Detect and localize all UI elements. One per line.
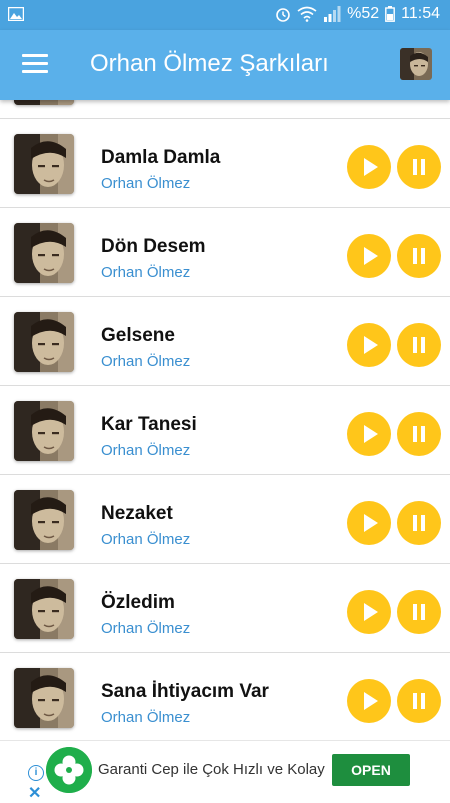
song-artist: Orhan Ölmez: [101, 175, 191, 192]
song-list[interactable]: Damla Damla Orhan Ölmez Dön Desem Orhan Ölm…: [0, 100, 450, 740]
open-button[interactable]: OPEN: [332, 754, 410, 786]
pause-button[interactable]: [397, 679, 441, 723]
song-title: Dön Desem: [101, 236, 206, 257]
song-title: Kar Tanesi: [101, 414, 197, 435]
song-title: Sana İhtiyacım Var: [101, 681, 269, 702]
song-artist: Orhan Ölmez: [101, 353, 191, 370]
clover-logo-icon: [46, 747, 92, 793]
page-title: Orhan Ölmez Şarkıları: [90, 50, 329, 77]
song-artist: Orhan Ölmez: [101, 531, 191, 548]
list-item[interactable]: Dön Desem Orhan Ölmez: [0, 208, 450, 297]
clock: 11:54: [401, 5, 440, 22]
signal-icon: [324, 6, 341, 22]
song-title: Gelsene: [101, 325, 175, 346]
song-artist: Orhan Ölmez: [101, 709, 191, 726]
alarm-icon: [276, 8, 290, 22]
list-item[interactable]: Özledim Orhan Ölmez: [0, 564, 450, 653]
hamburger-menu-icon[interactable]: [22, 54, 48, 74]
pause-button[interactable]: [397, 145, 441, 189]
song-thumbnail: [14, 312, 74, 372]
song-thumbnail: [14, 579, 74, 639]
close-icon[interactable]: ✕: [28, 783, 41, 803]
pause-button[interactable]: [397, 412, 441, 456]
play-button[interactable]: [347, 145, 391, 189]
info-icon[interactable]: i: [28, 765, 44, 781]
list-item[interactable]: Sana İhtiyacım Var Orhan Ölmez: [0, 653, 450, 740]
pause-button[interactable]: [397, 501, 441, 545]
play-button[interactable]: [347, 501, 391, 545]
battery-icon: [385, 6, 396, 22]
song-thumbnail: [14, 401, 74, 461]
list-item[interactable]: Kar Tanesi Orhan Ölmez: [0, 386, 450, 475]
pause-button[interactable]: [397, 234, 441, 278]
list-item[interactable]: Nezaket Orhan Ölmez: [0, 475, 450, 564]
play-button[interactable]: [347, 234, 391, 278]
song-artist: Orhan Ölmez: [101, 620, 191, 637]
song-thumbnail: [14, 134, 74, 194]
list-item[interactable]: Gelsene Orhan Ölmez: [0, 297, 450, 386]
song-title: Özledim: [101, 592, 175, 613]
wifi-icon: [297, 6, 317, 22]
app-bar: Orhan Ölmez Şarkıları: [0, 30, 450, 100]
song-artist: Orhan Ölmez: [101, 442, 191, 459]
play-button[interactable]: [347, 679, 391, 723]
play-button[interactable]: [347, 590, 391, 634]
song-title: Damla Damla: [101, 147, 221, 168]
image-icon: [8, 7, 24, 21]
song-thumbnail: [14, 668, 74, 728]
song-artist: Orhan Ölmez: [101, 264, 191, 281]
list-item[interactable]: Damla Damla Orhan Ölmez: [0, 119, 450, 208]
ad-banner[interactable]: i ✕ Garanti Cep ile Çok Hızlı ve Kolay O…: [0, 740, 450, 803]
battery-percent: %52: [347, 5, 380, 22]
status-bar: %52 11:54: [0, 0, 450, 30]
pause-button[interactable]: [397, 590, 441, 634]
ad-text: Garanti Cep ile Çok Hızlı ve Kolay: [98, 761, 325, 778]
artist-avatar[interactable]: [400, 48, 432, 80]
song-thumbnail: [14, 490, 74, 550]
list-item[interactable]: [0, 100, 450, 119]
play-button[interactable]: [347, 412, 391, 456]
song-thumbnail: [14, 100, 74, 105]
play-button[interactable]: [347, 323, 391, 367]
song-thumbnail: [14, 223, 74, 283]
song-title: Nezaket: [101, 503, 173, 524]
pause-button[interactable]: [397, 323, 441, 367]
